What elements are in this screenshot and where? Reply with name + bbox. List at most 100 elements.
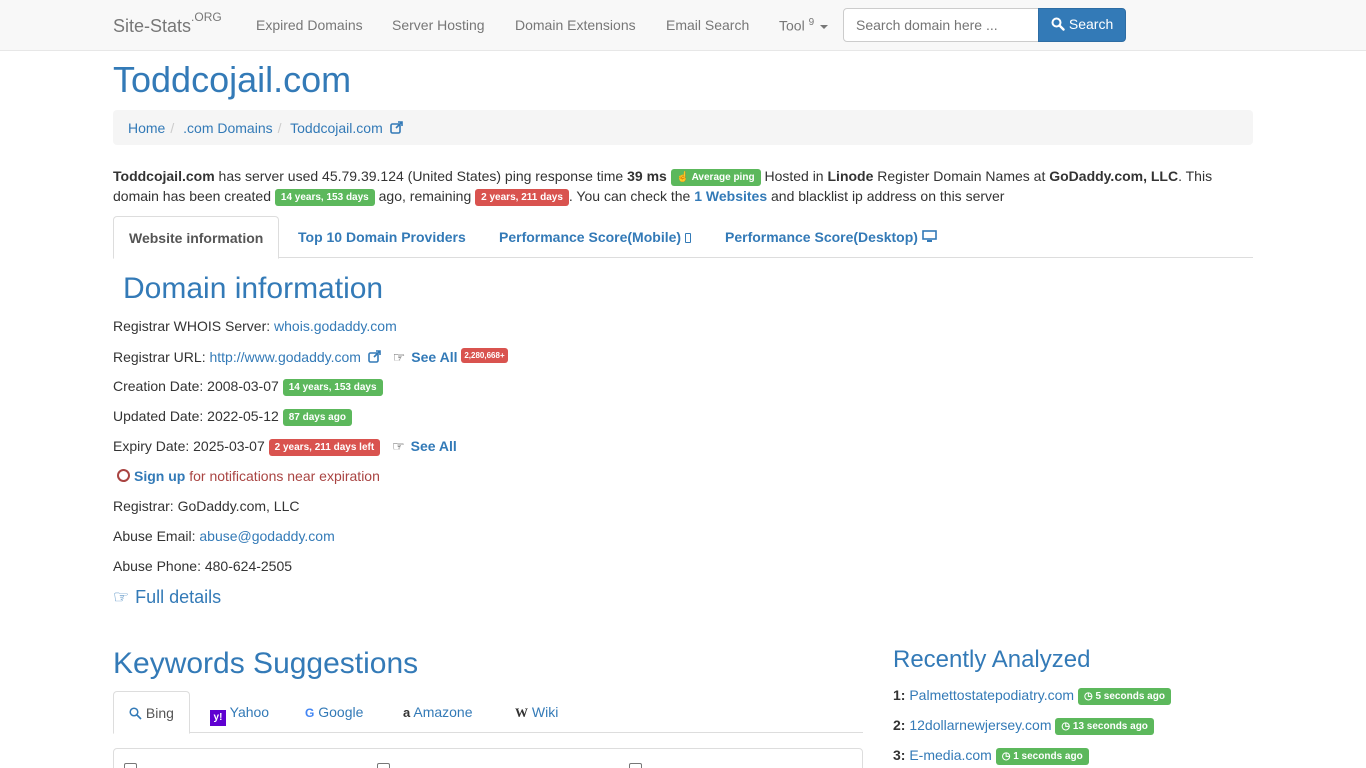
breadcrumb-separator: / (277, 120, 282, 136)
time-label: 1 seconds ago (1013, 750, 1083, 762)
nav-expired-domains[interactable]: Expired Domains (256, 17, 363, 33)
nav-domain-extensions[interactable]: Domain Extensions (515, 17, 636, 33)
ping-badge-label: Average ping (691, 171, 755, 183)
row-label: Registrar WHOIS Server: (113, 318, 275, 334)
summary-text: . You can check the (568, 188, 695, 204)
keyword-checkbox[interactable] (124, 763, 137, 768)
clock-icon: ◷ (1001, 750, 1011, 762)
keyword-checkbox[interactable] (377, 763, 390, 768)
summary-text: Hosted in (760, 168, 828, 184)
tab-label: Amazone (413, 704, 473, 720)
time-label: 13 seconds ago (1072, 720, 1148, 732)
updated-date-value: 2022-05-12 (207, 408, 279, 424)
time-badge: ◷ 1 seconds ago (995, 747, 1089, 765)
registrar-url-link[interactable]: http://www.godaddy.com (209, 349, 360, 365)
row-label: Registrar URL: (113, 349, 210, 365)
signup-link[interactable]: Sign up (134, 468, 185, 484)
caret-down-icon (820, 24, 829, 29)
row-label: Expiry Date: (113, 438, 194, 454)
summary-domain: Toddcojail.com (113, 168, 215, 184)
tab-top-domain-providers[interactable]: Top 10 Domain Providers (283, 216, 481, 258)
updated-date-row: Updated Date: 2022-05-12 87 days ago (113, 408, 352, 426)
keywords-suggestions-title: Keywords Suggestions (113, 647, 419, 680)
hand-up-icon: ☝ (676, 171, 690, 183)
search-icon (1051, 17, 1065, 31)
mobile-icon (684, 233, 691, 243)
nav-email-search[interactable]: Email Search (666, 17, 749, 33)
brand-name[interactable]: Site-Stats (113, 16, 191, 36)
recent-domain-link[interactable]: E-media.com (909, 747, 991, 763)
external-link-icon[interactable] (389, 121, 403, 134)
item-number: 2: (893, 717, 906, 733)
breadcrumb-home[interactable]: Home (128, 120, 165, 136)
tab-google[interactable]: G Google (290, 691, 378, 733)
tab-performance-desktop[interactable]: Performance Score(Desktop) (710, 216, 952, 258)
clock-icon: ◷ (1061, 720, 1071, 732)
external-link-icon[interactable] (368, 350, 381, 363)
tab-amazon[interactable]: a Amazone (388, 691, 488, 733)
see-all-expiry-link[interactable]: See All (411, 438, 457, 454)
top-navbar: Site-Stats.ORG Expired Domains Server Ho… (0, 0, 1366, 51)
breadcrumb-current-domain[interactable]: Toddcojail.com (290, 120, 383, 136)
item-number: 3: (893, 747, 906, 763)
nav-server-hosting[interactable]: Server Hosting (392, 17, 485, 33)
whois-server-row: Registrar WHOIS Server: whois.godaddy.co… (113, 318, 397, 334)
abuse-phone-value: 480-624-2505 (204, 558, 293, 574)
ping-badge: ☝ Average ping (670, 168, 761, 186)
tab-bing[interactable]: Bing (113, 691, 190, 734)
creation-age-badge: 14 years, 153 days (282, 378, 383, 396)
google-icon: G (305, 706, 315, 720)
signup-row: Sign up for notifications near expiratio… (117, 468, 380, 484)
expiry-date-value: 2025-03-07 (193, 438, 265, 454)
item-number: 1: (893, 687, 906, 703)
whois-server-link[interactable]: whois.godaddy.com (274, 318, 397, 334)
brand-suffix: .ORG (191, 10, 222, 24)
search-input[interactable] (843, 8, 1039, 42)
full-details-link[interactable]: ☞ Full details (113, 587, 221, 608)
yahoo-icon: y! (210, 710, 226, 726)
recent-domain-link[interactable]: Palmettostatepodiatry.com (909, 687, 1074, 703)
tab-label: Yahoo (229, 704, 270, 720)
search-button[interactable]: Search (1038, 8, 1126, 42)
registrar-url-row: Registrar URL: http://www.godaddy.com ☞ S… (113, 348, 508, 366)
websites-link[interactable]: 1 Websites (694, 188, 767, 204)
tab-label: Performance Score(Mobile) (499, 229, 682, 245)
tab-wiki[interactable]: W Wiki (500, 691, 573, 733)
abuse-email-link[interactable]: abuse@godaddy.com (199, 528, 334, 544)
recently-analyzed-title: Recently Analyzed (893, 646, 1091, 673)
abuse-phone-row: Abuse Phone: 480-624-2505 (113, 558, 292, 574)
keyword-list-panel (113, 748, 863, 768)
tab-performance-mobile[interactable]: Performance Score(Mobile) (484, 216, 706, 258)
info-tabs: Website information Top 10 Domain Provid… (113, 216, 1253, 259)
expiry-date-row: Expiry Date: 2025-03-07 2 years, 211 day… (113, 438, 457, 456)
nav-tool-dropdown[interactable]: Tool 9 (779, 17, 829, 34)
see-all-registrar-link[interactable]: See All (411, 349, 457, 365)
signup-text: for notifications near expiration (185, 468, 380, 484)
registrar-value: GoDaddy.com, LLC (177, 498, 300, 514)
tab-label: Wiki (531, 704, 559, 720)
tab-website-information[interactable]: Website information (113, 216, 280, 259)
keyword-checkbox[interactable] (629, 763, 642, 768)
time-label: 5 seconds ago (1095, 690, 1165, 702)
recent-domain-link[interactable]: 12dollarnewjersey.com (909, 717, 1051, 733)
breadcrumb: Home / .com Domains / Toddcojail.com (113, 110, 1253, 145)
list-item: 3: E-media.com ◷ 1 seconds ago (893, 747, 1089, 765)
row-label: Creation Date: (113, 378, 208, 394)
brand-logo[interactable]: Site-Stats.ORG (113, 10, 222, 37)
remaining-badge: 2 years, 211 days (475, 188, 569, 206)
breadcrumb-com-domains[interactable]: .com Domains (183, 120, 272, 136)
tool-label: Tool (779, 17, 805, 34)
tab-label: Top 10 Domain Providers (298, 229, 466, 245)
summary-registrar: GoDaddy.com, LLC (1049, 168, 1179, 184)
expiry-left-badge: 2 years, 211 days left (268, 438, 381, 456)
abuse-email-row: Abuse Email: abuse@godaddy.com (113, 528, 335, 544)
time-badge: ◷ 13 seconds ago (1055, 717, 1154, 735)
tool-count: 9 (808, 17, 815, 28)
hand-point-right-icon: ☞ (392, 438, 405, 454)
tab-yahoo[interactable]: y! Yahoo (195, 691, 284, 733)
summary-text: has server used 45.79.39.124 (United Sta… (214, 168, 628, 184)
tab-label: Bing (145, 705, 174, 721)
updated-ago-badge: 87 days ago (282, 408, 352, 426)
tab-label: Performance Score(Desktop) (725, 229, 918, 245)
age-badge: 14 years, 153 days (274, 188, 375, 206)
